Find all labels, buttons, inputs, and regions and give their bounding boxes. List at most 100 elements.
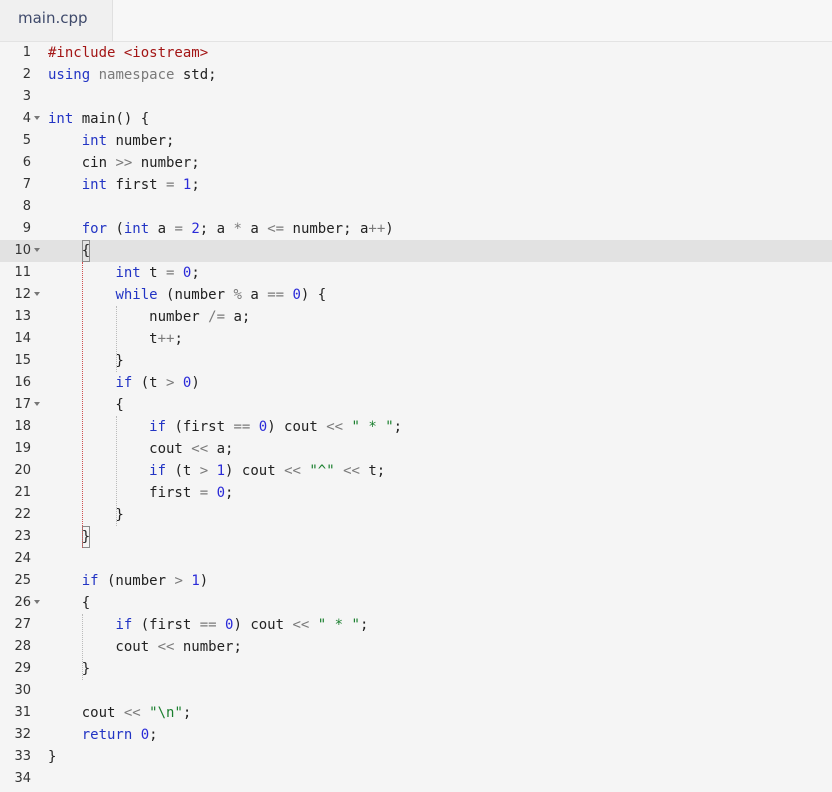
code-token: % xyxy=(233,287,242,303)
code-token: (number xyxy=(157,287,234,303)
code-editor[interactable]: 1 #include <iostream> 2 using namespace std… xyxy=(0,41,832,792)
code-line[interactable]: 3 xyxy=(0,86,832,108)
code-line[interactable]: 6 cin >> number; xyxy=(0,152,832,174)
code-text: } xyxy=(48,504,124,526)
code-line[interactable]: 28 cout << number; xyxy=(0,636,832,658)
code-line[interactable]: 29 } xyxy=(0,658,832,680)
code-token: ; xyxy=(149,727,158,743)
code-line[interactable]: 32 return 0; xyxy=(0,724,832,746)
code-line[interactable]: 18 if (first == 0) cout << " * "; xyxy=(0,416,832,438)
code-text: for (int a = 2; a * a <= number; a++) xyxy=(48,218,394,240)
code-line[interactable]: 17 { xyxy=(0,394,832,416)
code-token: using xyxy=(48,67,91,83)
code-token: t; xyxy=(359,463,386,479)
code-token: cout xyxy=(48,705,124,721)
code-line[interactable]: 21 first = 0; xyxy=(0,482,832,504)
fold-arrow-icon[interactable] xyxy=(34,600,40,604)
line-number: 4 xyxy=(22,111,31,126)
code-token: ++ xyxy=(157,331,175,347)
code-line[interactable]: 25 if (number > 1) xyxy=(0,570,832,592)
code-line[interactable]: 1 #include <iostream> xyxy=(0,42,832,64)
line-number: 7 xyxy=(22,177,31,192)
code-line[interactable]: 9 for (int a = 2; a * a <= number; a++) xyxy=(0,218,832,240)
code-token: <iostream> xyxy=(123,45,209,61)
code-line[interactable]: 34 xyxy=(0,768,832,790)
code-line[interactable]: 2 using namespace std; xyxy=(0,64,832,86)
code-token: } xyxy=(48,661,91,677)
code-token: std; xyxy=(174,67,217,83)
line-number: 15 xyxy=(14,353,31,368)
code-line[interactable]: 26 { xyxy=(0,592,832,614)
code-token: (first xyxy=(166,419,234,435)
code-token: a; xyxy=(225,309,251,325)
fold-arrow-icon[interactable] xyxy=(34,402,40,406)
code-token: { xyxy=(81,240,91,262)
code-line[interactable]: 20 if (t > 1) cout << "^" << t; xyxy=(0,460,832,482)
code-line[interactable]: 16 if (t > 0) xyxy=(0,372,832,394)
code-token: 0 xyxy=(292,287,301,303)
code-line[interactable]: 24 xyxy=(0,548,832,570)
code-line[interactable]: 15 } xyxy=(0,350,832,372)
code-line[interactable]: 13 number /= a; xyxy=(0,306,832,328)
line-number: 32 xyxy=(14,727,31,742)
code-text: { xyxy=(48,592,90,614)
code-token: t xyxy=(48,331,158,347)
code-token: number; xyxy=(107,133,175,149)
code-line[interactable]: 27 if (first == 0) cout << " * "; xyxy=(0,614,832,636)
fold-arrow-icon[interactable] xyxy=(34,292,40,296)
code-token: 0 xyxy=(258,419,268,435)
code-token: namespace xyxy=(98,67,175,83)
code-line[interactable]: 11 int t = 0; xyxy=(0,262,832,284)
code-line[interactable]: 31 cout << "\n"; xyxy=(0,702,832,724)
code-line[interactable]: 5 int number; xyxy=(0,130,832,152)
code-token: > xyxy=(199,463,209,479)
line-number: 18 xyxy=(14,419,31,434)
code-line[interactable]: 30 xyxy=(0,680,832,702)
code-line[interactable]: 14 t++; xyxy=(0,328,832,350)
code-line[interactable]: 4 int main() { xyxy=(0,108,832,130)
code-token: if xyxy=(115,617,133,633)
code-token: } xyxy=(48,507,124,523)
code-token: cout xyxy=(48,639,158,655)
code-text: number /= a; xyxy=(48,306,250,328)
code-token: for xyxy=(81,221,108,237)
code-text: { xyxy=(48,394,123,416)
code-token: (t xyxy=(166,463,200,479)
line-number: 27 xyxy=(14,617,31,632)
fold-arrow-icon[interactable] xyxy=(34,248,40,252)
code-line[interactable]: 12 while (number % a == 0) { xyxy=(0,284,832,306)
line-number: 10 xyxy=(14,243,31,258)
code-line[interactable]: 23 } xyxy=(0,526,832,548)
tab-bar: main.cpp xyxy=(0,0,832,42)
code-token: 1 xyxy=(191,573,200,589)
code-line[interactable]: 33} xyxy=(0,746,832,768)
code-token: 1 xyxy=(216,463,226,479)
tab-main-cpp[interactable]: main.cpp xyxy=(0,0,113,41)
code-token: ( xyxy=(107,221,124,237)
code-token: " * " xyxy=(317,617,360,633)
code-token: "\n" xyxy=(149,705,183,721)
code-line[interactable]: 22 } xyxy=(0,504,832,526)
code-line[interactable]: 7 int first = 1; xyxy=(0,174,832,196)
code-token: if xyxy=(149,419,167,435)
code-text: int t = 0; xyxy=(48,262,199,284)
code-token: a xyxy=(149,221,175,237)
line-number: 34 xyxy=(14,771,31,786)
code-line[interactable]: 8 xyxy=(0,196,832,218)
indent-guide xyxy=(82,614,83,680)
code-line[interactable]: 10 { xyxy=(0,240,832,262)
code-line[interactable]: 19 cout << a; xyxy=(0,438,832,460)
code-token: number; xyxy=(132,155,200,171)
code-text: if (first == 0) cout << " * "; xyxy=(48,416,402,438)
fold-arrow-icon[interactable] xyxy=(34,116,40,120)
code-token: << xyxy=(123,705,141,721)
